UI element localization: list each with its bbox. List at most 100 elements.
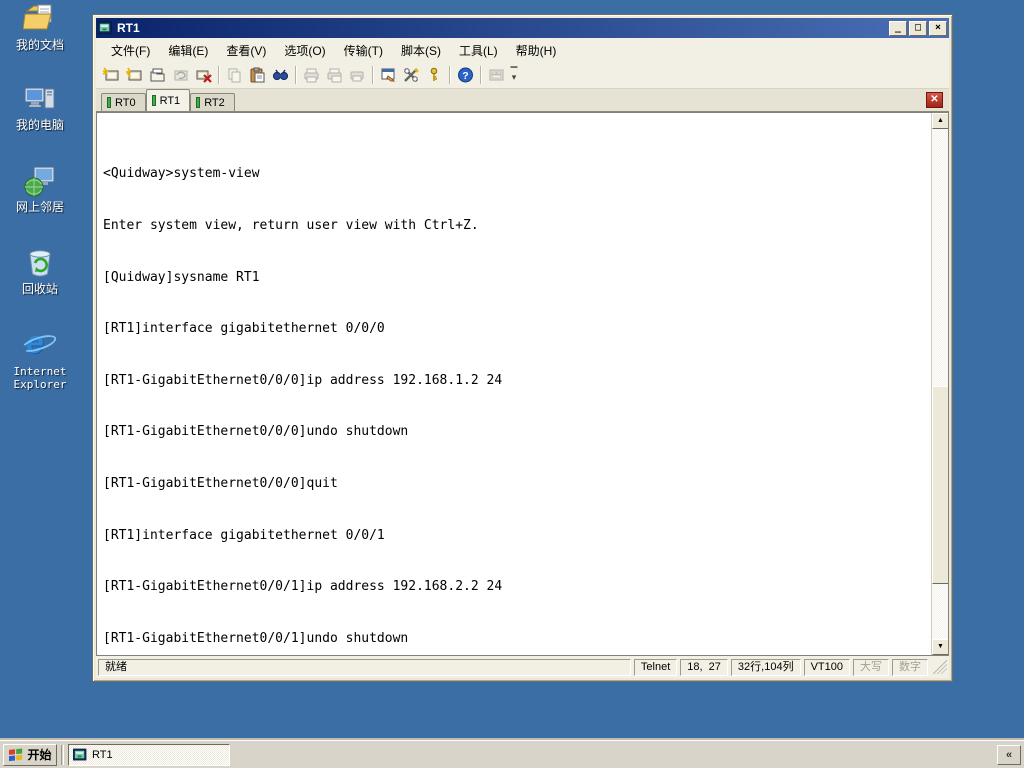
svg-text:?: ? <box>462 70 468 82</box>
status-bar: 就绪 Telnet 18, 27 32行,104列 VT100 大写 数字 <box>96 656 949 678</box>
close-button[interactable]: × <box>929 20 947 36</box>
tab-label: RT0 <box>115 96 136 109</box>
help-icon[interactable]: ? <box>454 64 477 86</box>
scroll-down-icon[interactable]: ▼ <box>932 639 948 655</box>
menu-transfer[interactable]: 传输(T) <box>335 39 392 62</box>
menu-script[interactable]: 脚本(S) <box>392 39 450 62</box>
menu-tools[interactable]: 工具(L) <box>450 39 507 62</box>
desktop-icon-label: Internet Explorer <box>13 365 67 391</box>
desktop-icon-recycle-bin[interactable]: 回收站 <box>4 246 76 296</box>
connected-indicator-icon <box>107 97 111 108</box>
scroll-up-icon[interactable]: ▲ <box>932 113 948 129</box>
terminal-line: [RT1-GigabitEthernet0/0/1]undo shutdown <box>103 630 409 646</box>
menu-file[interactable]: 文件(F) <box>102 39 159 62</box>
session-tab-bar: RT0 RT1 RT2 ✕ <box>96 89 949 112</box>
status-caps-lock: 大写 <box>853 658 889 676</box>
tab-label: RT2 <box>204 96 225 109</box>
menu-help[interactable]: 帮助(H) <box>507 39 566 62</box>
toolbar-overflow-button[interactable]: ▔ ▾ <box>508 64 520 86</box>
global-options-icon[interactable] <box>400 64 423 86</box>
menu-bar: 文件(F) 编辑(E) 查看(V) 选项(O) 传输(T) 脚本(S) 工具(L… <box>96 38 949 62</box>
toolbar-separator <box>449 66 451 84</box>
keymap-editor-icon[interactable] <box>485 64 508 86</box>
status-cursor-position: 18, 27 <box>680 658 728 676</box>
toolbar-separator <box>480 66 482 84</box>
tab-rt2[interactable]: RT2 <box>190 93 235 111</box>
desktop-icon-my-computer[interactable]: 我的电脑 <box>4 82 76 132</box>
disconnect-icon[interactable] <box>192 64 215 86</box>
terminal-line: [RT1-GigabitEthernet0/0/1]ip address 192… <box>103 579 503 595</box>
terminal-line: [RT1]interface gigabitethernet 0/0/1 <box>103 527 385 543</box>
window-title: RT1 <box>117 21 140 35</box>
print-setup-icon[interactable] <box>346 64 369 86</box>
toolbar-separator <box>295 66 297 84</box>
window-icon[interactable] <box>98 21 113 35</box>
desktop-icon-label: 我的电脑 <box>15 118 64 132</box>
minimize-button[interactable]: _ <box>889 20 907 36</box>
paste-icon[interactable] <box>246 64 269 86</box>
quick-connect-icon[interactable] <box>100 64 123 86</box>
close-tab-button[interactable]: ✕ <box>926 92 943 108</box>
taskbar-task-rt1[interactable]: RT1 <box>68 743 230 766</box>
taskbar: 开始 RT1 « <box>0 740 1024 768</box>
toolbar: ? ▔ ▾ <box>96 62 949 89</box>
my-computer-icon <box>23 82 57 116</box>
desktop: { "colors": { "desktop_background": "#3B… <box>0 0 1024 768</box>
status-ready: 就绪 <box>98 658 631 676</box>
desktop-icon-label: 我的文档 <box>15 38 64 52</box>
desktop-icon-my-documents[interactable]: 我的文档 <box>4 2 76 52</box>
menu-view[interactable]: 查看(V) <box>217 39 275 62</box>
network-places-icon <box>23 164 57 198</box>
terminal-line: [Quidway]sysname RT1 <box>103 269 260 285</box>
maximize-button[interactable]: □ <box>909 20 927 36</box>
status-protocol: Telnet <box>633 658 678 676</box>
copy-icon[interactable] <box>223 64 246 86</box>
connect-icon[interactable] <box>123 64 146 86</box>
internet-explorer-icon: e <box>19 324 59 362</box>
title-bar[interactable]: RT1 _ □ × <box>96 18 949 38</box>
toolbar-separator <box>372 66 374 84</box>
windows-logo-icon <box>9 748 23 762</box>
print-selection-icon[interactable] <box>323 64 346 86</box>
menu-options[interactable]: 选项(O) <box>275 39 334 62</box>
status-terminal-size: 32行,104列 <box>730 658 801 676</box>
desktop-icon-label: 网上邻居 <box>15 200 64 214</box>
terminal-output: <Quidway>system-view Enter system view, … <box>97 113 930 655</box>
scrollbar-thumb[interactable] <box>932 386 948 584</box>
connected-indicator-icon <box>196 97 201 108</box>
start-label: 开始 <box>27 748 52 762</box>
connect-in-tab-icon[interactable] <box>146 64 169 86</box>
terminal-line: Enter system view, return user view with… <box>103 218 479 234</box>
vertical-scrollbar[interactable]: ▲ ▼ <box>931 113 948 655</box>
status-emulation: VT100 <box>803 658 850 676</box>
terminal-window-icon <box>73 748 87 760</box>
tray-chevron-button[interactable]: « <box>997 744 1021 765</box>
connected-indicator-icon <box>151 95 156 106</box>
status-num-lock: 数字 <box>892 658 928 676</box>
recycle-bin-icon <box>23 246 57 280</box>
print-icon[interactable] <box>300 64 323 86</box>
desktop-icon-internet-explorer[interactable]: e Internet Explorer <box>4 324 76 391</box>
terminal-line: [RT1-GigabitEthernet0/0/0]quit <box>103 476 338 492</box>
tab-rt1[interactable]: RT1 <box>145 89 191 111</box>
start-button[interactable]: 开始 <box>3 743 57 766</box>
key-agent-icon[interactable] <box>423 64 446 86</box>
terminal-line: [RT1]interface gigabitethernet 0/0/0 <box>103 321 385 337</box>
desktop-icon-network-places[interactable]: 网上邻居 <box>4 164 76 214</box>
session-options-icon[interactable] <box>377 64 400 86</box>
terminal-line: [RT1-GigabitEthernet0/0/0]ip address 192… <box>103 372 503 388</box>
resize-grip[interactable] <box>933 660 947 674</box>
terminal-line: [RT1-GigabitEthernet0/0/0]undo shutdown <box>103 424 409 440</box>
tab-label: RT1 <box>159 94 181 107</box>
terminal-app-window: RT1 _ □ × 文件(F) 编辑(E) 查看(V) 选项(O) 传输(T) … <box>92 14 953 682</box>
task-label: RT1 <box>92 748 113 761</box>
terminal-area[interactable]: <Quidway>system-view Enter system view, … <box>96 112 949 656</box>
my-documents-icon <box>23 2 57 36</box>
menu-edit[interactable]: 编辑(E) <box>159 39 217 62</box>
taskbar-divider <box>61 744 64 765</box>
desktop-icon-label: 回收站 <box>21 282 58 296</box>
reconnect-icon[interactable] <box>169 64 192 86</box>
tab-rt0[interactable]: RT0 <box>101 93 146 111</box>
terminal-line: <Quidway>system-view <box>103 166 260 182</box>
find-icon[interactable] <box>269 64 292 86</box>
